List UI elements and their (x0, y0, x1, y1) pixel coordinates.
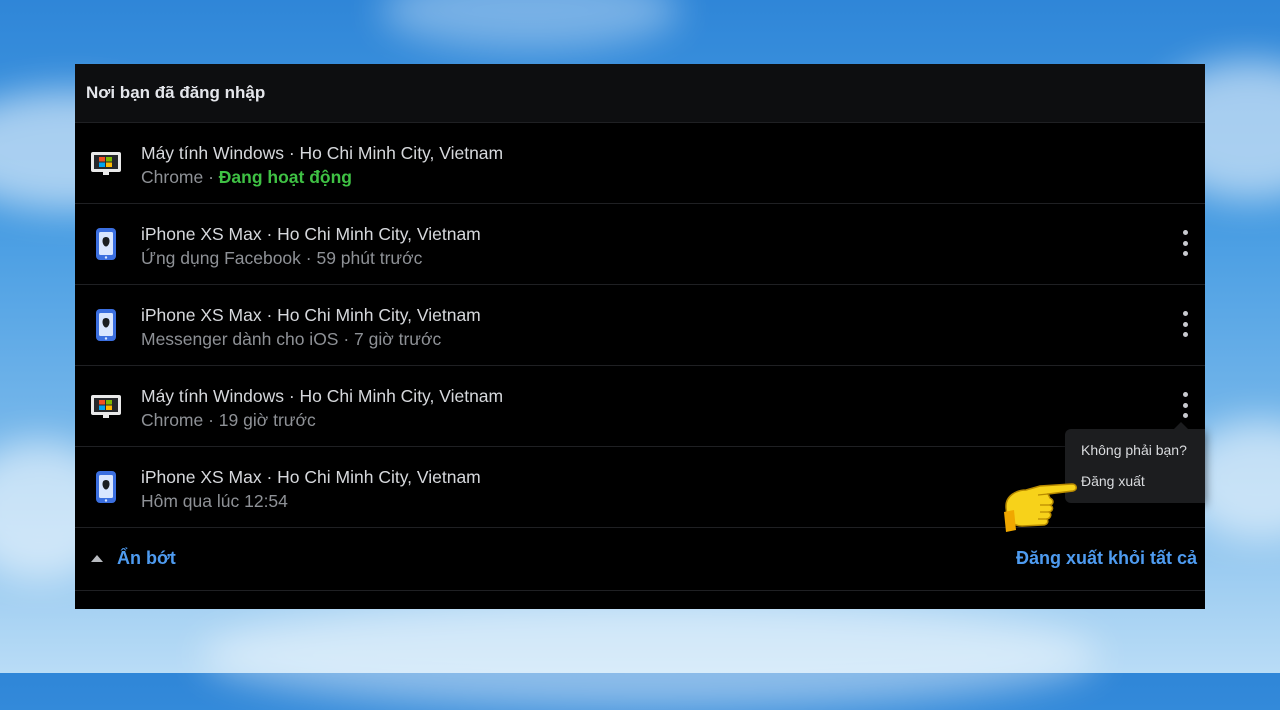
session-app: Chrome · (141, 167, 219, 187)
session-device: Máy tính Windows · Ho Chi Minh City, Vie… (141, 143, 504, 163)
more-options-icon[interactable] (1179, 230, 1191, 256)
windows-computer-icon (91, 395, 121, 418)
session-app: Ứng dụng Facebook · 59 phút trước (141, 248, 423, 268)
iphone-icon (96, 471, 116, 503)
iphone-icon (96, 309, 116, 341)
session-app: Chrome · 19 giờ trước (141, 410, 316, 430)
logout-all-button[interactable]: Đăng xuất khỏi tất cả (1016, 548, 1197, 569)
session-row[interactable]: iPhone XS Max · Ho Chi Minh City, Vietna… (75, 204, 1205, 285)
session-options-menu: Không phải bạn? Đăng xuất (1065, 422, 1205, 503)
not-you-menu-item[interactable]: Không phải bạn? (1081, 442, 1187, 458)
more-options-icon[interactable] (1179, 311, 1191, 337)
session-device: iPhone XS Max · Ho Chi Minh City, Vietna… (141, 224, 481, 244)
session-row[interactable]: Máy tính Windows · Ho Chi Minh City, Vie… (75, 366, 1205, 447)
panel-title: Nơi bạn đã đăng nhập (75, 64, 1205, 123)
session-app: Hôm qua lúc 12:54 (141, 491, 288, 511)
collapse-button[interactable]: Ẩn bớt (91, 548, 176, 569)
more-options-icon[interactable] (1179, 392, 1191, 418)
session-device: iPhone XS Max · Ho Chi Minh City, Vietna… (141, 467, 481, 487)
logout-menu-item[interactable]: Đăng xuất (1081, 473, 1145, 489)
caret-up-icon (91, 555, 103, 562)
pointing-hand-icon (1004, 483, 1077, 532)
active-status: Đang hoạt động (218, 167, 352, 187)
collapse-label: Ẩn bớt (117, 548, 176, 568)
session-device: Máy tính Windows · Ho Chi Minh City, Vie… (141, 386, 504, 406)
sessions-footer: Ẩn bớt Đăng xuất khỏi tất cả (75, 528, 1205, 591)
session-device: iPhone XS Max · Ho Chi Minh City, Vietna… (141, 305, 481, 325)
iphone-icon (96, 228, 116, 260)
windows-computer-icon (91, 152, 121, 175)
session-row[interactable]: Máy tính Windows · Ho Chi Minh City, Vie… (75, 123, 1205, 204)
session-row[interactable]: iPhone XS Max · Ho Chi Minh City, Vietna… (75, 285, 1205, 366)
session-app: Messenger dành cho iOS · 7 giờ trước (141, 329, 442, 349)
